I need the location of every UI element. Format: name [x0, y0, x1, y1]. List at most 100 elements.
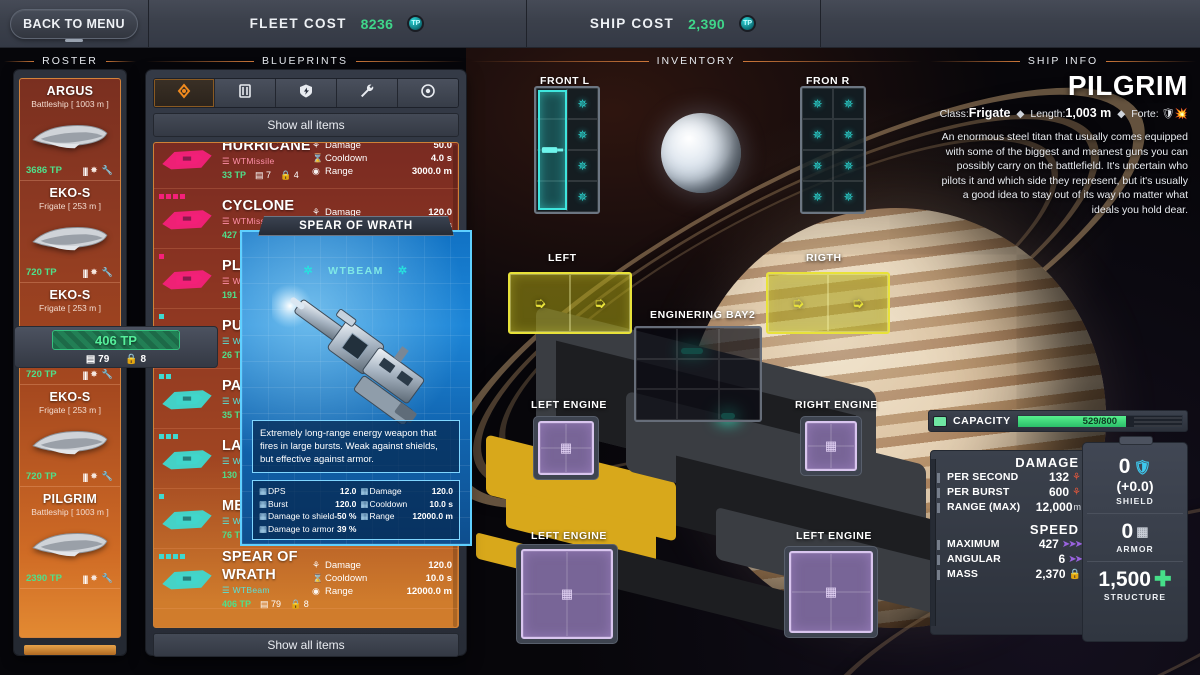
- slot-cell[interactable]: ✵: [833, 119, 864, 150]
- slot-cell[interactable]: ✵: [802, 88, 833, 119]
- engine-slot-grid[interactable]: ▦: [789, 551, 873, 633]
- slot-cell[interactable]: ➭: [510, 274, 570, 332]
- tooltip-resources: ▤ 79 🔒 8: [52, 352, 180, 366]
- slot-cell[interactable]: ✵: [833, 88, 864, 119]
- blueprint-rarity-pips: [159, 194, 185, 199]
- roster-item-eko-s-3[interactable]: EKO-S Frigate [ 253 m ] 720 TP ||| ✸ 🔧: [20, 385, 120, 487]
- missile-slot-icon: ➭: [851, 295, 865, 312]
- engine-module-icon: ▦: [560, 586, 574, 601]
- slot-cell[interactable]: ✵: [567, 88, 598, 119]
- back-to-menu-button[interactable]: BACK TO MENU: [10, 8, 138, 39]
- slot-label-left-engine-2: LEFT ENGINE: [531, 530, 608, 542]
- roster-item-eko-s-1[interactable]: EKO-S Frigate [ 253 m ] 720 TP ||| ✸ 🔧: [20, 181, 120, 283]
- stat-row-mass: MASS 2,370 🔒: [937, 567, 1081, 582]
- equipped-beam-weapon[interactable]: [538, 90, 567, 210]
- slot-left-engine-1[interactable]: ▦: [533, 416, 599, 480]
- module-icon: ✸: [90, 573, 99, 583]
- speed-rows: MAXIMUM 427 ➤➤➤ ANGULAR 6 ➤➤ MASS 2,370 🔒: [937, 537, 1083, 582]
- engine-slot-grid[interactable]: ▦: [538, 421, 594, 475]
- blueprint-rarity-pips: [159, 494, 164, 499]
- slot-engineering-bay2[interactable]: [634, 326, 762, 422]
- slot-cell[interactable]: ✵: [833, 150, 864, 181]
- blueprint-weapon-icon: [154, 143, 220, 176]
- defense-panel: 0 🛡 (+0.0) SHIELD 0 ▦ ARMOR 1,500 ✚ STRU…: [1082, 436, 1188, 642]
- blueprint-info: HURRICANE ☰ WTMissile 33 TP ▤ 7 🔒 4: [220, 143, 312, 181]
- ship-meta: Class:Frigate ◆ Length:1,003 m ◆ Forte: …: [934, 106, 1188, 120]
- ship-cost-value: 2,390: [688, 15, 726, 32]
- slot-cell[interactable]: ✵: [802, 119, 833, 150]
- slot-cell[interactable]: ✵: [567, 119, 598, 150]
- slot-cell[interactable]: [677, 328, 719, 359]
- weapons-tab[interactable]: [154, 79, 215, 107]
- slot-front-l[interactable]: ✵ ✵ ✵ ✵: [534, 86, 600, 214]
- blueprint-damage-stat: ⚘ Damage 50.0: [312, 143, 452, 152]
- slot-left-engine-2[interactable]: ▦: [516, 544, 618, 644]
- slot-cell[interactable]: ➭: [828, 274, 888, 332]
- slot-fron-r[interactable]: ✵ ✵ ✵ ✵ ✵ ✵ ✵ ✵: [800, 86, 866, 214]
- blueprint-cooldown-stat: ⌛ Cooldown 4.0 s: [312, 153, 452, 164]
- slot-cell[interactable]: [718, 328, 760, 359]
- slot-cell[interactable]: ✵: [567, 181, 598, 212]
- blueprint-rarity-pips: [159, 254, 164, 259]
- structure-value-row: 1,500 ✚: [1087, 569, 1183, 591]
- ship-cost-label: SHIP COST: [589, 16, 675, 31]
- show-all-items-top-button[interactable]: Show all items: [153, 113, 459, 137]
- roster-item-tp: 720 TP: [26, 471, 57, 482]
- diamond-separator-icon: ◆: [1016, 108, 1025, 120]
- slot-cell[interactable]: [636, 328, 678, 359]
- slot-cell[interactable]: [718, 358, 760, 390]
- tooltip-subtitle-row: ✲ WTBEAM ✲: [242, 264, 470, 278]
- slot-left-engine-3[interactable]: ▦: [784, 546, 878, 638]
- roster-item-pilgrim-4[interactable]: PILGRIM Battleship [ 1003 m ] 2390 TP ||| ✸…: [20, 487, 120, 589]
- engine-slot-grid[interactable]: ▦: [521, 549, 613, 639]
- roster-item-tp: 720 TP: [26, 267, 57, 278]
- slot-cell[interactable]: ✵: [802, 150, 833, 181]
- roster-item-subtitle: Battleship [ 1003 m ]: [31, 507, 109, 517]
- slot-cell[interactable]: ✵: [833, 181, 864, 212]
- slot-cell[interactable]: [567, 594, 611, 637]
- slot-cell[interactable]: ✵: [802, 181, 833, 212]
- engine-tab[interactable]: [398, 79, 458, 107]
- slot-cell[interactable]: ➭: [768, 274, 828, 332]
- slot-right-engine-1[interactable]: ▦: [800, 416, 862, 476]
- structure-value: 1,500: [1098, 568, 1151, 591]
- slot-cell[interactable]: [718, 389, 760, 420]
- blueprint-tp-cost: 406 TP: [222, 599, 252, 609]
- stat-value: 2,370: [1035, 567, 1066, 581]
- speed-icon: ➤➤➤: [1061, 539, 1083, 550]
- weapon-illustration: [268, 284, 452, 426]
- show-all-items-bottom-button[interactable]: Show all items: [153, 633, 459, 657]
- stat-unit: m: [1073, 502, 1082, 512]
- armor-icon: [237, 83, 253, 104]
- slot-left[interactable]: ➭ ➭: [508, 272, 632, 334]
- blueprint-row-7[interactable]: SPEAR OF WRATH ☰ WTBeam 406 TP ▤ 79 🔒 8 ⚘ Dama…: [154, 549, 458, 609]
- blueprint-rarity-pips: [159, 374, 171, 379]
- roster-ship-thumbnail-icon: [24, 211, 116, 265]
- slot-cell[interactable]: ✵: [567, 150, 598, 181]
- slot-cell[interactable]: [567, 551, 611, 594]
- slot-cell[interactable]: [636, 389, 678, 420]
- stat-key: PER SECOND: [947, 471, 1019, 483]
- roster-item-name: EKO-S: [49, 390, 91, 404]
- slot-cell[interactable]: [677, 358, 719, 390]
- stat-key: MAXIMUM: [947, 538, 1000, 550]
- sparkle-icon: ✲: [397, 265, 409, 277]
- target-icon: [176, 82, 192, 104]
- ship-name: PILGRIM: [1067, 70, 1188, 101]
- slot-cell[interactable]: ➭: [570, 274, 630, 332]
- slot-cell[interactable]: [636, 358, 678, 390]
- roster-item-icons: ||| ✸ 🔧: [83, 267, 114, 278]
- slot-rigth[interactable]: ➭ ➭: [766, 272, 890, 334]
- roster-empty-slot[interactable]: [20, 589, 120, 637]
- engine-slot-grid[interactable]: ▦: [805, 421, 857, 471]
- utility-tab[interactable]: [337, 79, 398, 107]
- blueprint-row-0[interactable]: HURRICANE ☰ WTMissile 33 TP ▤ 7 🔒 4 ⚘ Damage 50…: [154, 143, 458, 189]
- slot-cell[interactable]: [677, 389, 719, 420]
- shield-tab[interactable]: [276, 79, 337, 107]
- damage-icon: ⚘: [1072, 487, 1081, 498]
- blueprint-weapon-icon: [154, 442, 220, 476]
- roster-item-argus-0[interactable]: ARGUS Battleship [ 1003 m ] 3686 TP ||| ✸ 🔧: [20, 79, 120, 181]
- armor-value: 0: [1121, 520, 1134, 543]
- stat-icon: ▦: [259, 486, 268, 496]
- armor-tab[interactable]: [215, 79, 276, 107]
